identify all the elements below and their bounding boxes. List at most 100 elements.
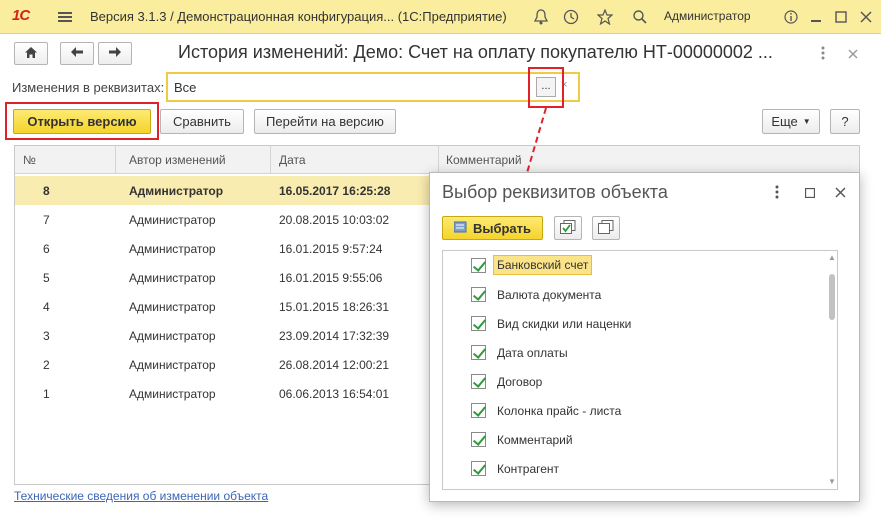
item-label: Банковский счет [493,255,593,275]
item-label: Валюта документа [497,288,602,302]
item-checkbox[interactable] [471,287,486,302]
list-scrollbar[interactable]: ▲ ▼ [827,251,837,489]
search-icon[interactable] [629,6,651,28]
item-checkbox[interactable] [471,461,486,476]
history-icon[interactable] [560,6,582,28]
check-all-icon [560,219,576,237]
list-item[interactable]: Контрагент [443,455,825,484]
item-label: Контрагент [497,462,560,476]
col-date[interactable]: Дата [279,153,306,167]
attr-filter-label: Изменения в реквизитах: [12,80,165,95]
item-checkbox[interactable] [471,403,486,418]
menu-icon[interactable] [54,6,76,28]
row-number: 4 [43,300,50,314]
check-all-button[interactable] [554,216,582,240]
row-author: Администратор [129,271,216,285]
select-attrs-dialog: Выбор реквизитов объекта Выбрать Банковс… [429,172,860,502]
select-button-label: Выбрать [472,220,532,236]
list-item[interactable]: Банковский счет [443,252,825,281]
forward-button[interactable] [98,42,132,65]
row-date: 16.05.2017 16:25:28 [279,184,391,198]
scroll-up-icon[interactable]: ▲ [828,253,836,262]
select-button[interactable]: Выбрать [442,216,543,240]
row-author: Администратор [129,213,216,227]
row-date: 06.06.2013 16:54:01 [279,387,390,401]
more-button[interactable]: Еще ▼ [762,109,820,134]
close-icon[interactable] [855,6,877,28]
row-author: Администратор [129,300,216,314]
item-checkbox[interactable] [471,432,486,447]
home-button[interactable] [14,42,48,65]
info-icon[interactable] [780,6,802,28]
attr-filter-field[interactable]: Все ... × [166,72,580,102]
item-label: Комментарий [497,433,573,447]
highlight-select-attrs [528,67,564,108]
star-icon[interactable] [594,6,616,28]
list-item[interactable]: Колонка прайс - листа [443,397,825,426]
row-number: 3 [43,329,50,343]
row-author: Администратор [129,184,224,198]
scroll-down-icon[interactable]: ▼ [828,477,836,486]
row-number: 5 [43,271,50,285]
current-user[interactable]: Администратор [664,9,751,23]
uncheck-all-button[interactable] [592,216,620,240]
back-button[interactable] [60,42,94,65]
help-button[interactable]: ? [830,109,860,134]
app-titlebar: 1С Версия 3.1.3 / Демонстрационная конфи… [0,0,881,34]
home-icon [24,46,38,62]
technical-info-link[interactable]: Технические сведения об изменении объект… [14,489,268,503]
row-author: Администратор [129,358,216,372]
list-item[interactable]: Вид скидки или наценки [443,310,825,339]
arrow-right-icon [108,46,122,61]
app-logo: 1С [12,7,30,24]
item-checkbox[interactable] [471,345,486,360]
list-item[interactable]: Дата оплаты [443,339,825,368]
row-date: 26.08.2014 12:00:21 [279,358,390,372]
maximize-icon[interactable] [804,185,816,201]
item-checkbox[interactable] [471,316,486,331]
row-number: 8 [43,184,50,198]
dropdown-icon: ▼ [802,117,811,126]
row-number: 2 [43,358,50,372]
col-number[interactable]: № [23,153,36,167]
row-date: 15.01.2015 18:26:31 [279,300,390,314]
list-item[interactable]: Комментарий [443,426,825,455]
more-options-icon[interactable] [821,46,825,63]
maximize-icon[interactable] [830,6,852,28]
item-label: Колонка прайс - листа [497,404,622,418]
scroll-thumb[interactable] [829,274,835,320]
minimize-icon[interactable] [805,6,827,28]
arrow-left-icon [70,46,84,61]
table-header: № Автор изменений Дата Комментарий [15,146,859,174]
close-icon[interactable] [835,185,846,201]
dialog-title: Выбор реквизитов объекта [442,182,668,202]
uncheck-all-icon [598,219,614,237]
compare-button[interactable]: Сравнить [160,109,244,134]
item-checkbox[interactable] [471,258,486,273]
row-number: 7 [43,213,50,227]
row-date: 16.01.2015 9:57:24 [279,242,383,256]
list-item[interactable]: Валюта документа [443,281,825,310]
item-label: Вид скидки или наценки [497,317,632,331]
goto-version-button[interactable]: Перейти на версию [254,109,396,134]
bell-icon[interactable] [530,6,552,28]
row-author: Администратор [129,329,216,343]
item-checkbox[interactable] [471,374,486,389]
list-item[interactable]: Договор [443,368,825,397]
row-number: 1 [43,387,50,401]
open-version-button[interactable]: Открыть версию [13,109,151,134]
row-author: Администратор [129,387,216,401]
attrs-list[interactable]: Банковский счет Валюта документа Вид ски… [442,250,838,490]
item-label: Договор [497,375,543,389]
row-date: 20.08.2015 10:03:02 [279,213,390,227]
window-close-icon[interactable] [848,46,858,62]
row-date: 23.09.2014 17:32:39 [279,329,390,343]
col-comment[interactable]: Комментарий [446,153,522,167]
more-button-label: Еще [771,114,798,129]
attr-filter-value: Все [174,80,197,95]
col-author[interactable]: Автор изменений [129,153,226,167]
more-options-icon[interactable] [775,185,779,202]
select-icon [453,221,468,236]
item-label: Дата оплаты [497,346,568,360]
window-title: История изменений: Демо: Счет на оплату … [178,42,773,62]
